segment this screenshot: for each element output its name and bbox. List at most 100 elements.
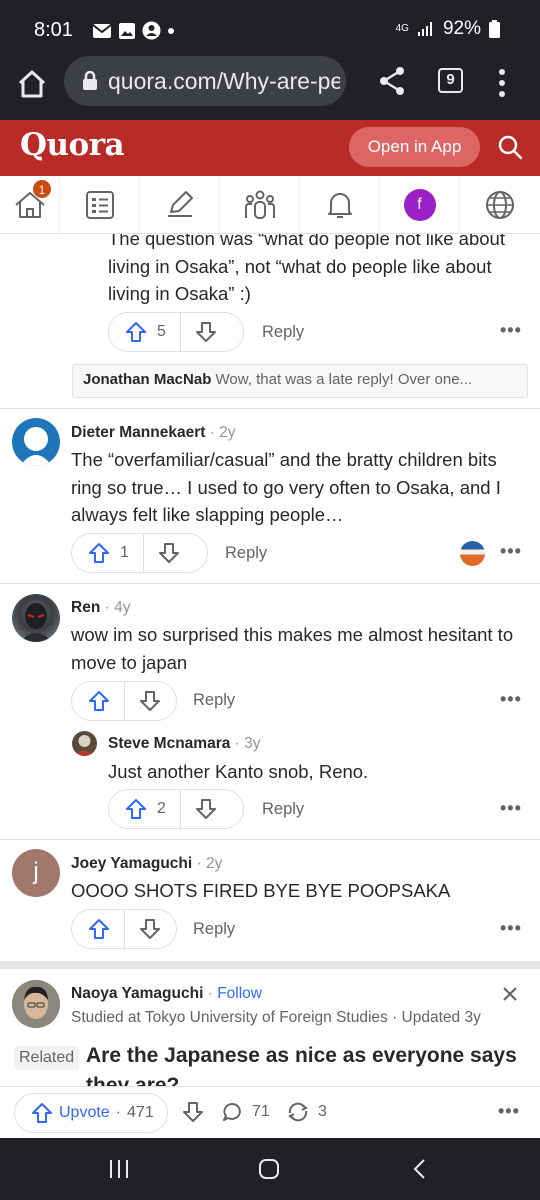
search-icon[interactable] bbox=[497, 134, 523, 160]
upvote-button[interactable]: Upvote · 471 bbox=[14, 1093, 168, 1133]
reply-button[interactable]: Reply bbox=[262, 323, 304, 342]
downvote-arrow-icon bbox=[140, 691, 160, 711]
author-name[interactable]: Ren bbox=[71, 599, 100, 616]
downvote-button[interactable] bbox=[181, 790, 231, 828]
edit-icon bbox=[167, 191, 193, 217]
follow-button[interactable]: Follow bbox=[217, 985, 262, 1002]
android-navigation-bar bbox=[0, 1138, 540, 1200]
downvote-arrow-icon bbox=[158, 543, 179, 563]
spaces-icon bbox=[244, 190, 275, 219]
quote-text: Wow, that was a late reply! Over one... bbox=[215, 371, 473, 388]
status-notification-icons bbox=[92, 21, 175, 40]
address-bar[interactable]: quora.com/Why-are-pe bbox=[64, 56, 346, 106]
vote-control: 1 bbox=[71, 533, 208, 573]
comment-author[interactable]: Steve Mcnamara · 3y bbox=[108, 735, 261, 753]
upvote-arrow-icon bbox=[126, 322, 146, 342]
more-vertical-icon[interactable] bbox=[496, 68, 508, 98]
reply-button[interactable]: Reply bbox=[193, 691, 235, 710]
related-question-title[interactable]: Are the Japanese as nice as everyone say… bbox=[86, 1041, 526, 1086]
comments-feed: The question was “what do people not lik… bbox=[0, 234, 540, 1086]
more-options-icon[interactable]: ••• bbox=[498, 1101, 520, 1122]
quora-logo[interactable]: Quora bbox=[20, 127, 125, 163]
divider bbox=[0, 583, 540, 584]
quora-nav: 1 f bbox=[0, 176, 540, 234]
upvote-button[interactable]: 2 bbox=[109, 790, 181, 828]
avatar-initial: j bbox=[33, 858, 39, 885]
comment-text: Just another Kanto snob, Reno. bbox=[108, 761, 369, 782]
reactor-avatar[interactable] bbox=[460, 541, 485, 566]
more-options-icon[interactable]: ••• bbox=[500, 541, 522, 562]
avatar[interactable]: j bbox=[12, 849, 60, 897]
avatar[interactable] bbox=[12, 594, 60, 642]
mail-icon bbox=[92, 23, 112, 38]
downvote-button[interactable] bbox=[125, 682, 175, 720]
gallery-icon bbox=[119, 22, 135, 39]
author-name[interactable]: Joey Yamaguchi bbox=[71, 855, 192, 872]
recent-apps-icon[interactable] bbox=[108, 1158, 130, 1180]
downvote-arrow-icon bbox=[195, 799, 216, 819]
upvote-count: 471 bbox=[127, 1104, 154, 1121]
comment-count: 71 bbox=[252, 1103, 270, 1120]
avatar[interactable] bbox=[72, 731, 97, 756]
nav-following[interactable] bbox=[60, 176, 140, 234]
reply-button[interactable]: Reply bbox=[262, 800, 304, 819]
upvote-button[interactable]: 5 bbox=[109, 313, 181, 351]
upvote-count: 1 bbox=[120, 544, 129, 561]
answer-author: Naoya Yamaguchi · Follow bbox=[71, 985, 262, 1002]
reply-button[interactable]: Reply bbox=[225, 544, 267, 563]
nav-answer[interactable] bbox=[140, 176, 220, 234]
more-options-icon[interactable]: ••• bbox=[500, 918, 522, 939]
profile-avatar: f bbox=[403, 189, 436, 221]
nav-notifications[interactable] bbox=[300, 176, 380, 234]
close-icon[interactable] bbox=[502, 986, 518, 1002]
back-icon[interactable] bbox=[412, 1158, 428, 1180]
nav-profile[interactable]: f bbox=[380, 176, 460, 234]
quote-author: Jonathan MacNab bbox=[83, 371, 212, 388]
comment-text: wow im so surprised this makes me almost… bbox=[71, 624, 514, 673]
downvote-arrow-icon[interactable] bbox=[182, 1101, 204, 1123]
upvote-arrow-icon bbox=[126, 799, 146, 819]
nav-home[interactable]: 1 bbox=[0, 176, 60, 234]
more-options-icon[interactable]: ••• bbox=[500, 798, 522, 819]
downvote-button[interactable] bbox=[125, 910, 175, 948]
upvote-arrow-icon bbox=[89, 543, 109, 563]
author-credential: Studied at Tokyo University of Foreign S… bbox=[71, 1009, 481, 1026]
home-button-icon[interactable] bbox=[258, 1158, 280, 1180]
open-in-app-button[interactable]: Open in App bbox=[349, 127, 480, 167]
tab-switcher-button[interactable]: 9 bbox=[438, 68, 463, 93]
nav-spaces[interactable] bbox=[220, 176, 300, 234]
avatar[interactable] bbox=[12, 980, 60, 1028]
share-icon[interactable] bbox=[378, 66, 406, 96]
downvote-arrow-icon bbox=[140, 919, 160, 939]
share-button[interactable]: 3 bbox=[286, 1101, 327, 1123]
upvote-button[interactable]: 1 bbox=[72, 534, 144, 572]
home-icon[interactable] bbox=[14, 66, 50, 102]
section-divider bbox=[0, 961, 540, 969]
comment-author[interactable]: Ren · 4y bbox=[71, 599, 130, 617]
vote-control: 2 bbox=[108, 789, 244, 829]
downvote-button[interactable] bbox=[181, 313, 231, 351]
avatar[interactable] bbox=[12, 418, 60, 466]
more-options-icon[interactable]: ••• bbox=[500, 689, 522, 710]
comment-age: · 2y bbox=[205, 424, 236, 441]
more-options-icon[interactable]: ••• bbox=[500, 320, 522, 341]
nested-reply-preview[interactable]: Jonathan MacNab Wow, that was a late rep… bbox=[72, 364, 528, 398]
author-name[interactable]: Naoya Yamaguchi bbox=[71, 985, 203, 1002]
upvote-label: Upvote bbox=[59, 1104, 110, 1121]
profile-photo-icon bbox=[20, 603, 52, 642]
reply-button[interactable]: Reply bbox=[193, 920, 235, 939]
comments-button[interactable]: 71 bbox=[222, 1101, 270, 1123]
related-label: Related bbox=[14, 1046, 80, 1070]
comment-author[interactable]: Dieter Mannekaert · 2y bbox=[71, 424, 236, 442]
upvote-count: 5 bbox=[157, 323, 166, 340]
vote-control bbox=[71, 909, 177, 949]
author-name[interactable]: Dieter Mannekaert bbox=[71, 424, 205, 441]
author-name[interactable]: Steve Mcnamara bbox=[108, 735, 230, 752]
downvote-button[interactable] bbox=[144, 534, 194, 572]
comment-text: The “overfamiliar/casual” and the bratty… bbox=[71, 449, 501, 525]
upvote-button[interactable] bbox=[72, 910, 125, 948]
comment-age: · 4y bbox=[100, 599, 131, 616]
nav-languages[interactable] bbox=[460, 176, 540, 234]
comment-author[interactable]: Joey Yamaguchi · 2y bbox=[71, 855, 222, 873]
upvote-button[interactable] bbox=[72, 682, 125, 720]
